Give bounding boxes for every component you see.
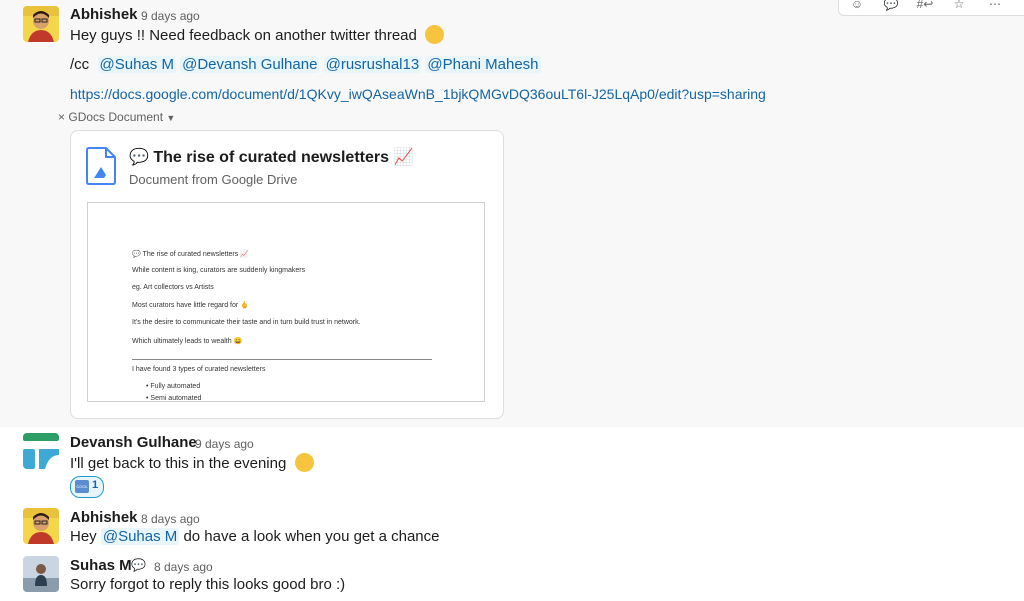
message-body: Hey guys !! Need feedback on another twi… [70, 27, 417, 44]
mention-rusrushal[interactable]: @rusrushal13 [323, 56, 422, 73]
card-title[interactable]: 💬 The rise of curated newsletters 📈 [129, 147, 413, 167]
preview-line-text: Most curators have little regard for [132, 302, 239, 309]
avatar[interactable] [23, 6, 59, 42]
preview-bullet: • Fully automated [146, 383, 201, 390]
message-author[interactable]: Devansh Gulhane [70, 434, 197, 451]
preview-line: While content is king, curators are sudd… [132, 267, 306, 274]
message-timestamp[interactable]: 8 days ago [154, 560, 213, 574]
chart-increasing-icon: 📈 [393, 149, 414, 166]
mention-suhas[interactable]: @Suhas M [100, 528, 180, 545]
preview-line: It's the desire to communicate their tas… [132, 319, 361, 326]
grin-emoji-icon: 😄 [233, 338, 243, 345]
attachment-header: × GDocs Document ▼ [58, 110, 175, 124]
avatar[interactable] [23, 556, 59, 592]
cool-emoji-icon: COOL [75, 480, 89, 493]
caret-down-icon[interactable]: ▼ [166, 113, 175, 123]
smile-emoji-icon [294, 453, 314, 472]
message-text: Sorry forgot to reply this looks good br… [70, 576, 346, 593]
avatar[interactable] [23, 508, 59, 544]
avatar[interactable] [23, 433, 59, 469]
middle-finger-emoji-icon: 🖕 [240, 302, 249, 309]
message-author[interactable]: Abhishek [70, 6, 138, 23]
remove-attachment-icon[interactable]: × [58, 110, 65, 124]
card-title-text[interactable]: The rise of curated newsletters [153, 149, 389, 166]
message-timestamp[interactable]: 9 days ago [195, 437, 254, 451]
more-actions-icon[interactable]: ⋯ [979, 0, 1011, 13]
chart-increasing-icon: 📈 [240, 251, 249, 258]
reaction-count: 1 [92, 479, 99, 491]
cc-prefix: /cc [70, 56, 90, 73]
message-body: I'll get back to this in the evening [70, 455, 287, 472]
document-preview[interactable]: 💬 The rise of curated newsletters 📈 Whil… [87, 202, 485, 402]
gdocs-link[interactable]: https://docs.google.com/document/d/1QKvy… [70, 86, 766, 102]
bookmark-icon[interactable]: ☆ [943, 0, 975, 13]
reaction-pill[interactable]: COOL 1 [70, 476, 104, 498]
google-drive-doc-icon [85, 147, 117, 185]
cc-line: /cc @Suhas M @Devansh Gulhane @rusrushal… [70, 56, 541, 73]
reply-thread-icon[interactable]: 💬 [875, 0, 907, 13]
message-body: do have a look when you get a chance [183, 528, 440, 545]
mention-suhas[interactable]: @Suhas M [97, 56, 176, 73]
preview-line: Most curators have little regard for 🖕 [132, 301, 249, 309]
message-text: Hey @Suhas M do have a look when you get… [70, 528, 439, 545]
speech-bubble-icon: 💬 [129, 149, 149, 166]
preview-title: The rise of curated newsletters [142, 251, 239, 258]
speech-bubble-icon: 💬 [131, 558, 146, 572]
preview-bullet: • Semi automated [146, 395, 202, 402]
preview-title-line: 💬 The rise of curated newsletters 📈 [132, 250, 249, 258]
share-channel-icon[interactable]: #↩ [909, 0, 941, 13]
message-author[interactable]: Suhas M [70, 557, 132, 574]
preview-bullet-text: Fully automated [150, 383, 201, 390]
mention-phani[interactable]: @Phani Mahesh [425, 56, 541, 73]
message-text: Hey guys !! Need feedback on another twi… [70, 25, 445, 44]
message-text: I'll get back to this in the evening [70, 453, 314, 472]
card-subtitle: Document from Google Drive [129, 172, 298, 187]
gdocs-attachment-card[interactable]: 💬 The rise of curated newsletters 📈 Docu… [70, 130, 504, 419]
message-actions-toolbar: ☺ 💬 #↩ ☆ ⋯ [838, 0, 1024, 16]
message-author[interactable]: Abhishek [70, 509, 138, 526]
preview-line-text: Which ultimately leads to wealth [132, 338, 232, 345]
message-body: Hey [70, 528, 97, 545]
emoji-icon[interactable]: ☺ [841, 0, 873, 13]
message-timestamp[interactable]: 9 days ago [141, 9, 200, 23]
preview-line: eg. Art collectors vs Artists [132, 284, 214, 291]
message-timestamp[interactable]: 8 days ago [141, 512, 200, 526]
preview-line: Which ultimately leads to wealth 😄 [132, 337, 242, 345]
attachment-label[interactable]: GDocs Document [68, 110, 163, 124]
preview-divider [132, 359, 432, 360]
speech-bubble-icon: 💬 [132, 251, 141, 258]
preview-line: I have found 3 types of curated newslett… [132, 366, 266, 373]
mention-devansh[interactable]: @Devansh Gulhane [180, 56, 320, 73]
preview-bullet-text: Semi automated [150, 395, 202, 402]
sweat-smile-emoji-icon [425, 25, 445, 44]
